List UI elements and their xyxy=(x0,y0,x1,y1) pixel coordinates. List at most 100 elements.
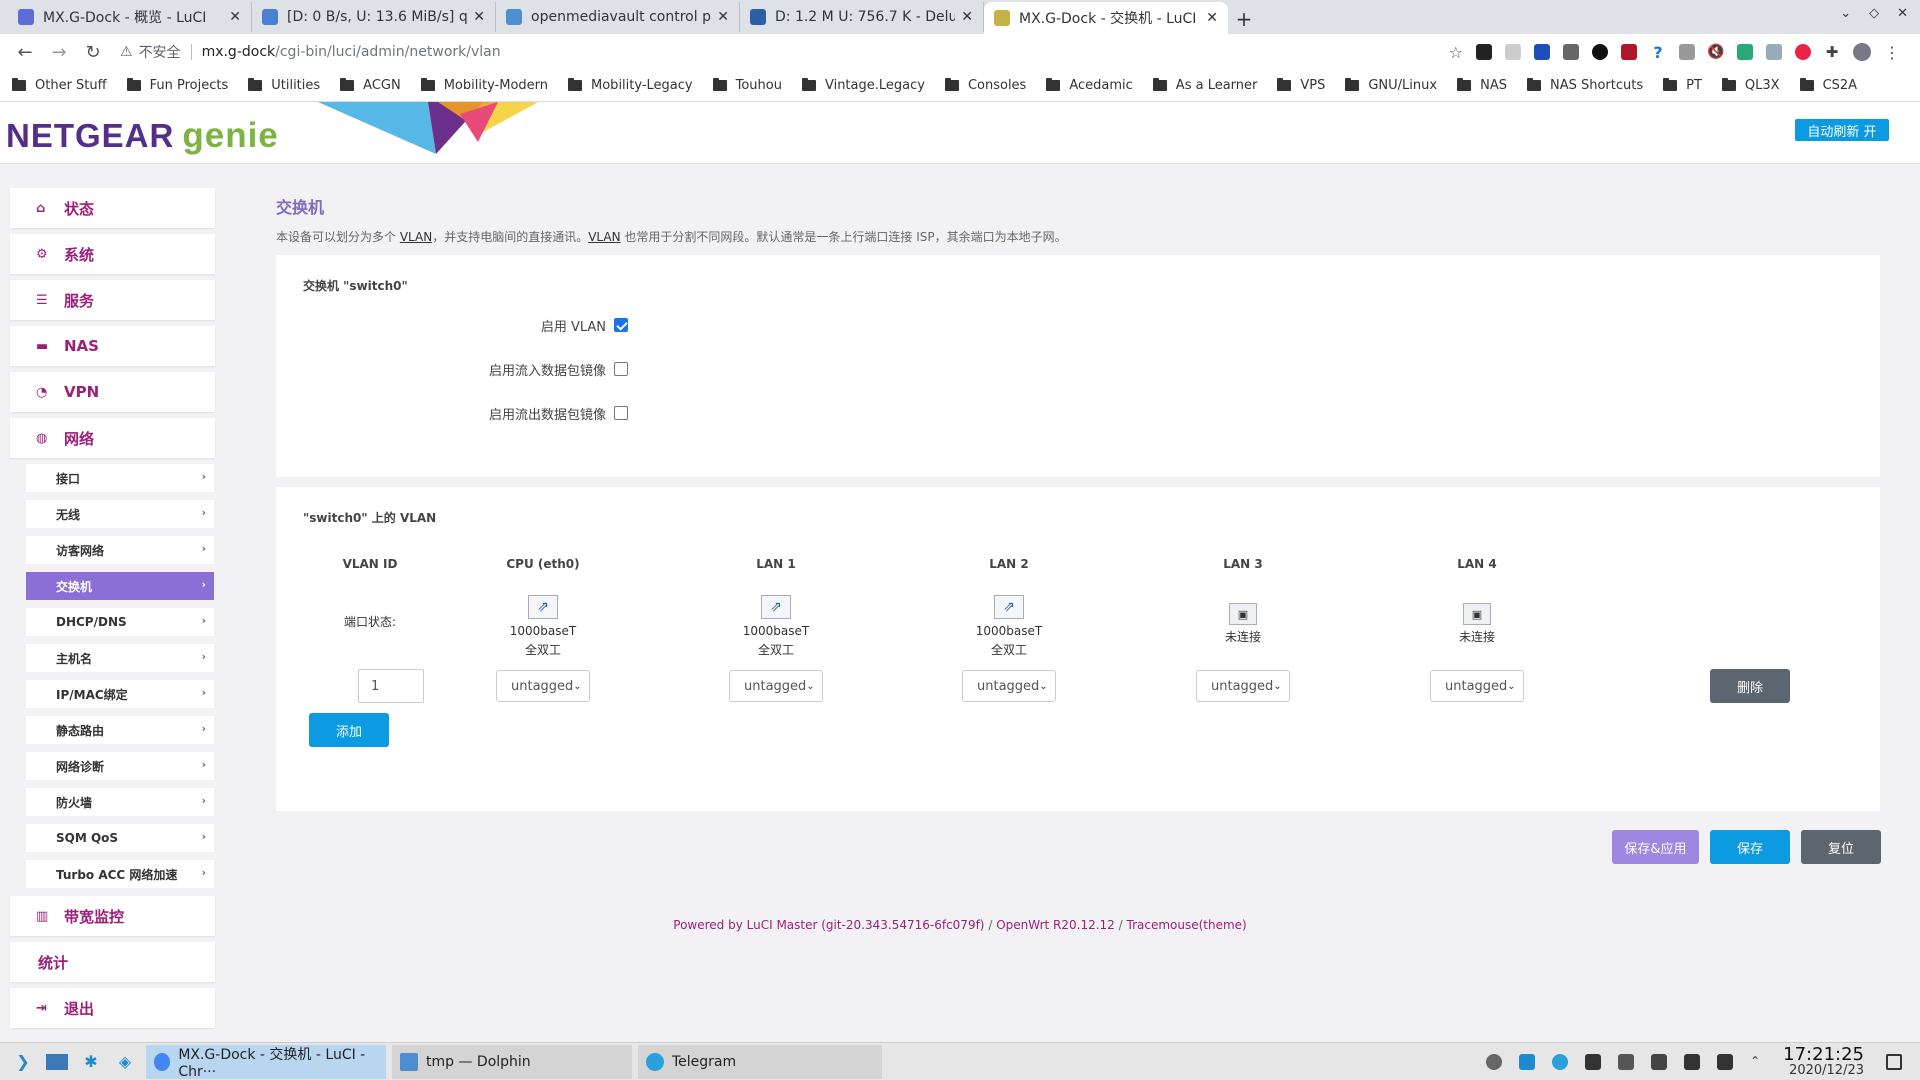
reset-button[interactable]: 复位 xyxy=(1801,830,1881,864)
bookmark-folder[interactable]: PT xyxy=(1663,78,1702,93)
mute-icon[interactable]: 🔇 xyxy=(1707,44,1724,60)
bookmark-folder[interactable]: NAS xyxy=(1457,78,1507,93)
bookmark-folder[interactable]: Acedamic xyxy=(1046,78,1133,93)
menu-item[interactable]: ⚙ 系统 xyxy=(10,234,215,274)
bookmark-folder[interactable]: Fun Projects xyxy=(126,78,228,93)
menu-item[interactable]: ◍ 网络 xyxy=(10,418,215,458)
openwrt-version-link[interactable]: OpenWrt R20.12.12 xyxy=(996,918,1115,932)
ublock-icon[interactable] xyxy=(1621,44,1637,60)
menu-item[interactable]: ◔ VPN xyxy=(10,372,215,412)
clock[interactable]: 17:21:25 2020/12/23 xyxy=(1783,1046,1864,1078)
bookmark-folder[interactable]: QL3X xyxy=(1721,78,1780,93)
auto-refresh-button[interactable]: 自动刷新 开 xyxy=(1795,119,1889,141)
browser-tab[interactable]: MX.G-Dock - 交换机 - LuCI ✕ xyxy=(984,2,1228,34)
submenu-item[interactable]: 访客网络 › xyxy=(26,536,214,564)
extension-icon[interactable] xyxy=(1679,44,1695,60)
theme-link[interactable]: Tracemouse(theme) xyxy=(1127,918,1247,932)
bookmark-folder[interactable]: Mobility-Modern xyxy=(420,78,548,93)
puzzle-icon[interactable]: ✚ xyxy=(1824,43,1840,61)
star-icon[interactable]: ☆ xyxy=(1449,43,1463,62)
more-menu-icon[interactable]: ⋮ xyxy=(1884,43,1900,62)
bookmark-folder[interactable]: CS2A xyxy=(1799,78,1857,93)
port-mode-select[interactable]: untagged ⌄ xyxy=(1430,670,1524,702)
new-tab-button[interactable]: + xyxy=(1228,4,1260,34)
port-mode-select[interactable]: untagged ⌄ xyxy=(962,670,1056,702)
browser-tab[interactable]: D: 1.2 M U: 756.7 K - Deluge: W ✕ xyxy=(740,2,984,32)
browser-tab[interactable]: [D: 0 B/s, U: 13.6 MiB/s] qBitt ✕ xyxy=(252,2,496,32)
browser-tab[interactable]: MX.G-Dock - 概览 - LuCI ✕ xyxy=(8,2,252,32)
back-icon[interactable]: ← xyxy=(10,37,40,67)
extension-icon[interactable] xyxy=(1766,44,1782,60)
bookmark-folder[interactable]: Utilities xyxy=(248,78,320,93)
vlan-link[interactable]: VLAN xyxy=(400,230,432,244)
menu-item[interactable]: ⌂ 状态 xyxy=(10,188,215,228)
extension-icon[interactable] xyxy=(1592,44,1608,60)
task-dolphin[interactable]: tmp — Dolphin xyxy=(392,1044,632,1079)
bookmark-folder[interactable]: GNU/Linux xyxy=(1345,78,1437,93)
app-icon[interactable]: ◈ xyxy=(114,1051,136,1073)
vlan-link[interactable]: VLAN xyxy=(588,230,620,244)
close-tab-icon[interactable]: ✕ xyxy=(1206,10,1218,26)
submenu-item[interactable]: 网络诊断 › xyxy=(26,752,214,780)
bookmark-folder[interactable]: Consoles xyxy=(944,78,1026,93)
browser-tab[interactable]: openmediavault control pan ✕ xyxy=(496,2,740,32)
volume-icon[interactable] xyxy=(1717,1054,1734,1070)
bookmark-folder[interactable]: Vintage.Legacy xyxy=(801,78,925,93)
port-mode-select[interactable]: untagged ⌄ xyxy=(729,670,823,702)
option-checkbox[interactable] xyxy=(614,406,628,420)
delete-button[interactable]: 删除 xyxy=(1710,669,1790,703)
avatar[interactable] xyxy=(1853,43,1871,61)
submenu-item[interactable]: 主机名 › xyxy=(26,644,214,672)
extension-icon[interactable] xyxy=(1795,44,1811,60)
bookmark-folder[interactable]: NAS Shortcuts xyxy=(1526,78,1643,93)
tray-icon[interactable] xyxy=(1651,1054,1668,1070)
forward-icon[interactable]: → xyxy=(44,37,74,67)
vlan-id-input[interactable]: 1 xyxy=(358,669,424,703)
port-mode-select[interactable]: untagged ⌄ xyxy=(496,670,590,702)
tray-icon[interactable] xyxy=(1486,1054,1503,1070)
restore-icon[interactable]: ◇ xyxy=(1869,6,1879,21)
display-icon[interactable] xyxy=(1684,1054,1701,1070)
chevron-up-icon[interactable]: ⌃ xyxy=(1750,1054,1766,1070)
bookmark-folder[interactable]: Touhou xyxy=(712,78,782,93)
tab-search-icon[interactable]: ⌄ xyxy=(1840,6,1851,21)
bookmark-folder[interactable]: ACGN xyxy=(340,78,401,93)
menu-item[interactable]: ☰ 服务 xyxy=(10,280,215,320)
close-tab-icon[interactable]: ✕ xyxy=(473,9,485,25)
extension-icon[interactable] xyxy=(1534,44,1550,60)
add-button[interactable]: 添加 xyxy=(309,713,389,747)
submenu-item[interactable]: SQM QoS › xyxy=(26,824,214,852)
help-icon[interactable]: ? xyxy=(1650,43,1666,62)
close-window-icon[interactable]: ✕ xyxy=(1897,6,1908,21)
save-apply-button[interactable]: 保存&应用 xyxy=(1612,830,1699,864)
menu-item[interactable]: ⇥ 退出 xyxy=(10,988,215,1028)
extension-icon[interactable] xyxy=(1563,44,1579,60)
submenu-item[interactable]: 接口 › xyxy=(26,464,214,492)
close-tab-icon[interactable]: ✕ xyxy=(961,9,973,25)
submenu-item[interactable]: DHCP/DNS › xyxy=(26,608,214,636)
menu-item[interactable]: ▬ NAS xyxy=(10,326,215,366)
submenu-item[interactable]: 防火墙 › xyxy=(26,788,214,816)
extension-icon[interactable] xyxy=(1737,44,1753,60)
task-chrome[interactable]: MX.G-Dock - 交换机 - LuCI - Chr··· xyxy=(146,1044,386,1080)
app-icon[interactable]: ✱ xyxy=(80,1051,102,1073)
luci-version-link[interactable]: Powered by LuCI Master (git-20.343.54716… xyxy=(673,918,984,932)
save-button[interactable]: 保存 xyxy=(1710,830,1790,864)
terminal-icon[interactable] xyxy=(1585,1054,1602,1070)
telegram-tray-icon[interactable] xyxy=(1552,1054,1569,1070)
desktop-icon[interactable] xyxy=(46,1051,68,1073)
close-tab-icon[interactable]: ✕ xyxy=(229,9,241,25)
address-bar[interactable]: ⚠ 不安全 mx.g-dock/cgi-bin/luci/admin/netwo… xyxy=(120,37,1410,67)
submenu-item[interactable]: IP/MAC绑定 › xyxy=(26,680,214,708)
show-desktop-icon[interactable] xyxy=(1886,1054,1902,1070)
reload-icon[interactable]: ↻ xyxy=(78,37,108,67)
extension-icon[interactable] xyxy=(1505,44,1521,60)
submenu-item[interactable]: 静态路由 › xyxy=(26,716,214,744)
option-checkbox[interactable] xyxy=(614,362,628,376)
submenu-item[interactable]: Turbo ACC 网络加速 › xyxy=(26,860,214,888)
bookmark-folder[interactable]: Mobility-Legacy xyxy=(568,78,693,93)
bookmark-folder[interactable]: Other Stuff xyxy=(12,78,107,93)
bookmark-folder[interactable]: As a Learner xyxy=(1152,78,1257,93)
extension-icon[interactable] xyxy=(1476,44,1492,60)
port-mode-select[interactable]: untagged ⌄ xyxy=(1196,670,1290,702)
